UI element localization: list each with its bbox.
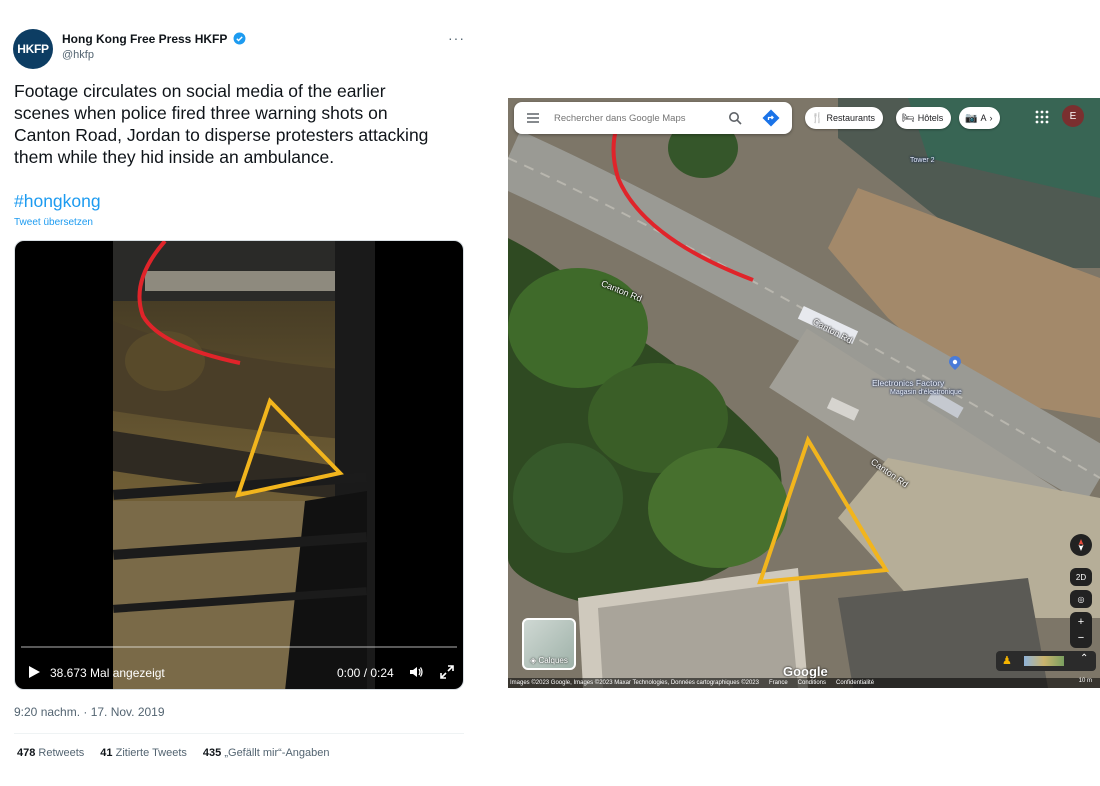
building-label: Tower 2 (910, 157, 935, 164)
apps-grid-icon[interactable] (1035, 110, 1049, 124)
camera-icon: 📷 (965, 112, 978, 124)
verified-icon (234, 32, 246, 45)
poi-name: Electronics Factory (872, 378, 945, 388)
map-search-bar (514, 102, 792, 134)
video-time: 0:00 / 0:24 (337, 666, 394, 680)
tweet-text-line: scenes when police fired three warning s… (14, 103, 388, 123)
display-name-text[interactable]: Hong Kong Free Press HKFP (62, 32, 227, 46)
likes-label: „Gefällt mir“-Angaben (224, 747, 330, 759)
zoom-in-icon[interactable]: + (1078, 614, 1084, 630)
chip-label: Hôtels (917, 113, 944, 123)
tweet-timestamp[interactable]: 9:20 nachm. · 17. Nov. 2019 (14, 705, 165, 719)
layers-label: ◈ Calques (530, 656, 568, 665)
poi-category: Magasin d'électronique (890, 389, 962, 396)
retweets-count: 478 (17, 747, 36, 759)
likes-count: 435 (202, 747, 222, 759)
avatar[interactable]: HKFP (13, 29, 53, 69)
tweet-text-line: Footage circulates on social media of th… (14, 81, 386, 101)
menu-icon[interactable] (526, 111, 540, 125)
divider (14, 733, 464, 734)
zoom-out-icon[interactable]: − (1078, 630, 1084, 646)
tweet-text-line: them while they hid inside an ambulance. (14, 147, 335, 167)
translate-link[interactable]: Tweet übersetzen (14, 217, 93, 228)
quotes-label: Zitierte Tweets (115, 747, 187, 759)
pegman-bar[interactable]: ♟ ⌃ (996, 651, 1096, 671)
hashtag-link[interactable]: #hongkong (14, 191, 101, 212)
tweet-text-line: Canton Road, Jordan to disperse proteste… (14, 125, 429, 145)
view-mode-button[interactable]: 2D (1070, 568, 1092, 586)
store-pin-icon[interactable] (949, 356, 961, 370)
more-options-icon[interactable]: ··· (448, 30, 465, 46)
satellite-map[interactable]: 🍴 Restaurants 🛏 Hôtels 📷 A › E Canton Rd… (508, 98, 1100, 688)
video-progress-bar[interactable] (21, 646, 457, 648)
footer-link[interactable]: France (769, 680, 788, 686)
chip-restaurants[interactable]: 🍴 Restaurants (805, 107, 883, 129)
footer-link[interactable]: Conditions (798, 680, 826, 686)
fullscreen-icon[interactable] (439, 664, 455, 680)
pegman-icon[interactable]: ♟ (1002, 654, 1012, 667)
compass-icon[interactable] (1070, 534, 1092, 556)
account-avatar[interactable]: E (1062, 105, 1084, 127)
tweet-text: Footage circulates on social media of th… (14, 80, 464, 168)
engagement-stats: 478 Retweets 41 Zitierte Tweets 435 „Gef… (17, 747, 330, 759)
zoom-controls: + − (1070, 612, 1092, 648)
restaurant-icon: 🍴 (811, 112, 824, 124)
search-input[interactable] (554, 109, 714, 127)
chevron-right-icon[interactable]: › (989, 113, 992, 123)
quotes-stat[interactable]: 41 Zitierte Tweets (100, 747, 187, 759)
hotel-icon: 🛏 (902, 112, 915, 124)
display-name[interactable]: Hong Kong Free Press HKFP (62, 32, 246, 46)
video-frame (112, 241, 375, 689)
map-attribution: Images ©2023 Google, Images ©2023 Maxar … (508, 678, 1100, 688)
likes-stat[interactable]: 435 „Gefällt mir“-Angaben (203, 747, 330, 759)
google-logo: Google (783, 664, 828, 679)
play-icon[interactable] (27, 665, 41, 679)
satellite-imagery (508, 98, 1100, 688)
attribution-text: Images ©2023 Google, Images ©2023 Maxar … (510, 680, 759, 686)
view-count: 38.673 Mal angezeigt (50, 666, 165, 680)
retweets-label: Retweets (38, 747, 85, 759)
chip-hotels[interactable]: 🛏 Hôtels (896, 107, 952, 129)
expand-icon[interactable]: ⌃ (1080, 653, 1088, 664)
handle[interactable]: @hkfp (62, 49, 94, 61)
search-icon[interactable] (728, 111, 742, 125)
my-location-icon[interactable]: ◎ (1070, 590, 1092, 608)
tweet-card: HKFP Hong Kong Free Press HKFP @hkfp ···… (0, 0, 480, 786)
chip-label: Restaurants (826, 113, 875, 123)
directions-icon[interactable] (762, 109, 780, 127)
chip-label: A (980, 113, 987, 123)
footer-link[interactable]: Confidentialité (836, 680, 874, 686)
volume-icon[interactable] (408, 664, 424, 680)
scale-bar[interactable]: 10 m (1079, 678, 1092, 684)
retweets-stat[interactable]: 478 Retweets (17, 747, 84, 759)
quotes-count: 41 (100, 747, 113, 759)
imagery-thumbnails[interactable] (1024, 656, 1064, 666)
chip-attractions[interactable]: 📷 A › (959, 107, 1001, 129)
layers-button[interactable]: ◈ Calques (522, 618, 576, 670)
poi-label[interactable]: Electronics Factory Magasin d'électroniq… (872, 378, 962, 398)
video-player[interactable]: 38.673 Mal angezeigt 0:00 / 0:24 (14, 240, 464, 690)
